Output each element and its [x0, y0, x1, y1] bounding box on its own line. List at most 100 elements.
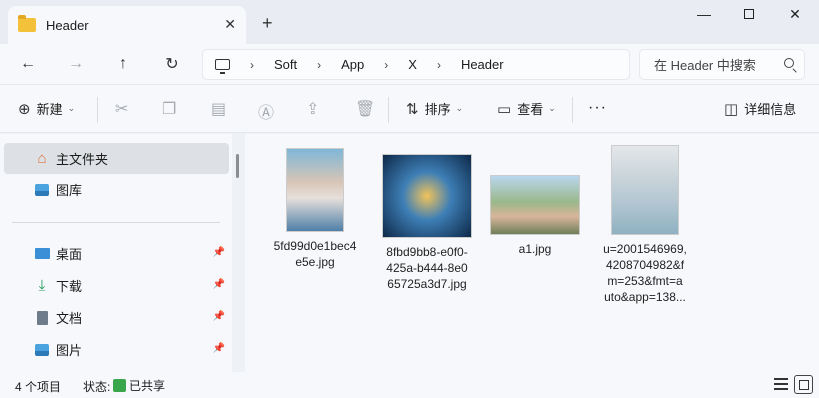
breadcrumb-separator[interactable]: › [437, 58, 441, 72]
image-thumbnail [611, 145, 679, 235]
details-pane-button[interactable]: ◫ 详细信息 [724, 99, 796, 118]
computer-icon[interactable] [215, 59, 230, 74]
navigation-pane: ⌂ 主文件夹 图库 桌面 📌 ⤓ 下载 📌 文档 📌 图片 📌 [0, 134, 239, 372]
copy-icon: ❐ [162, 101, 177, 118]
pin-icon[interactable]: 📌 [213, 279, 225, 290]
sidebar-item-documents[interactable]: 文档 📌 [4, 302, 229, 333]
tab-header[interactable]: Header ✕ [8, 6, 246, 44]
breadcrumb-separator[interactable]: › [317, 58, 321, 72]
refresh-button[interactable]: ↻ [160, 52, 184, 76]
up-arrow-icon: ↑ [119, 55, 127, 72]
pin-icon[interactable]: 📌 [213, 343, 225, 354]
sidebar-item-gallery[interactable]: 图库 [4, 174, 229, 205]
divider [388, 97, 389, 123]
back-button[interactable]: ← [16, 52, 40, 76]
sidebar-scrollbar[interactable] [236, 154, 239, 178]
status-label: 状态: [83, 380, 111, 394]
title-bar: Header ✕ + — ✕ [0, 0, 819, 44]
chevron-down-icon: ⌄ [548, 103, 556, 113]
status-bar: 4 个项目 状态: 已共享 [0, 372, 819, 398]
divider [97, 97, 98, 123]
back-arrow-icon: ← [20, 55, 36, 72]
sidebar-item-label: 图库 [56, 183, 83, 198]
sidebar-item-home[interactable]: ⌂ 主文件夹 [4, 143, 229, 174]
cut-button[interactable]: ✂ [115, 99, 128, 119]
paste-button[interactable]: ▤ [211, 99, 226, 119]
share-status-label: 已共享 [129, 379, 166, 393]
image-thumbnail [382, 154, 472, 238]
file-name-line: uto&app=138... [604, 290, 686, 304]
clipboard-icon: ▤ [211, 101, 227, 118]
rename-icon: Ⓐ [258, 105, 275, 122]
download-icon: ⤓ [38, 277, 46, 294]
sidebar-item-downloads[interactable]: ⤓ 下载 📌 [4, 270, 229, 301]
sidebar-item-label: 主文件夹 [56, 152, 109, 167]
gallery-icon [34, 183, 50, 197]
share-status: 已共享 [113, 377, 165, 394]
file-item[interactable]: u=2001546969, 4208704982&f m=253&fmt=a u… [590, 145, 700, 305]
file-name-line: 65725a3d7.jpg [387, 277, 467, 291]
sidebar-item-pictures[interactable]: 图片 📌 [4, 334, 229, 365]
file-name-line: 425a-b444-8e0 [386, 261, 468, 275]
search-icon [784, 58, 794, 68]
sort-label: 排序 [424, 102, 451, 117]
share-button[interactable]: ⇪ [306, 99, 319, 119]
file-name-line: e5e.jpg [295, 255, 335, 269]
delete-button[interactable]: 🗑 [355, 99, 375, 119]
address-bar[interactable]: › Soft › App › X › Header [202, 49, 630, 80]
details-view-icon[interactable] [774, 378, 788, 390]
file-item[interactable]: 5fd99d0e1bec4 e5e.jpg [260, 148, 370, 270]
new-button[interactable]: ⊕ 新建 ⌄ [18, 99, 75, 118]
file-name-line: 4208704982&f [605, 258, 685, 272]
scissors-icon: ✂ [115, 101, 129, 118]
forward-arrow-icon: → [68, 55, 84, 72]
home-icon: ⌂ [37, 150, 47, 167]
divider [572, 97, 573, 123]
tile-view-icon [798, 379, 809, 390]
sort-icon: ⇅ [406, 100, 419, 118]
share-icon: ⇪ [306, 101, 320, 118]
navigation-bar: ← → ↑ ↻ › Soft › App › X › Header 在 Head… [0, 44, 819, 84]
up-button[interactable]: ↑ [111, 52, 135, 76]
file-name-line: m=253&fmt=a [607, 274, 683, 288]
breadcrumb-separator[interactable]: › [384, 58, 388, 72]
file-item[interactable]: a1.jpg [480, 175, 590, 257]
more-button[interactable]: ··· [588, 99, 607, 117]
file-item[interactable]: 8fbd9bb8-e0f0- 425a-b444-8e0 65725a3d7.j… [372, 154, 482, 292]
breadcrumb-header[interactable]: Header [461, 57, 504, 72]
copy-button[interactable]: ❐ [162, 99, 176, 119]
tab-title: Header [46, 17, 89, 33]
plus-circle-icon: ⊕ [18, 100, 31, 118]
search-input[interactable]: 在 Header 中搜索 [639, 49, 805, 80]
breadcrumb-soft[interactable]: Soft [274, 57, 297, 72]
image-thumbnail [490, 175, 580, 235]
new-tab-button[interactable]: + [262, 13, 273, 34]
sidebar-item-desktop[interactable]: 桌面 📌 [4, 238, 229, 269]
sort-button[interactable]: ⇅ 排序 ⌄ [406, 99, 463, 118]
search-placeholder: 在 Header 中搜索 [654, 58, 756, 73]
pin-icon[interactable]: 📌 [213, 247, 225, 258]
file-name-line: 5fd99d0e1bec4 [273, 239, 357, 253]
command-bar: ⊕ 新建 ⌄ ✂ ❐ ▤ Ⓐ ⇪ 🗑 ⇅ 排序 ⌄ ▭ 查看 ⌄ ··· ◫ 详… [0, 84, 819, 133]
close-button[interactable]: ✕ [785, 6, 805, 23]
large-icons-view-button[interactable] [794, 375, 813, 394]
view-button[interactable]: ▭ 查看 ⌄ [497, 99, 556, 118]
file-name-line: a1.jpg [518, 242, 552, 256]
breadcrumb-app[interactable]: App [341, 57, 364, 72]
tab-close-icon[interactable]: ✕ [224, 16, 236, 33]
sidebar-item-label: 图片 [56, 343, 83, 358]
breadcrumb-separator[interactable]: › [250, 58, 254, 72]
sidebar-item-label: 文档 [56, 311, 83, 326]
breadcrumb-x[interactable]: X [408, 57, 417, 72]
view-icon: ▭ [497, 100, 512, 118]
pin-icon[interactable]: 📌 [213, 311, 225, 322]
item-count: 4 个项目 [15, 380, 62, 394]
file-view: 5fd99d0e1bec4 e5e.jpg 8fbd9bb8-e0f0- 425… [245, 134, 819, 372]
details-pane-icon: ◫ [724, 100, 739, 118]
minimize-button[interactable]: — [694, 6, 714, 22]
chevron-down-icon: ⌄ [67, 103, 76, 113]
rename-button[interactable]: Ⓐ [258, 99, 274, 123]
image-thumbnail [286, 148, 344, 232]
forward-button[interactable]: → [64, 52, 88, 76]
maximize-button[interactable] [739, 6, 759, 22]
